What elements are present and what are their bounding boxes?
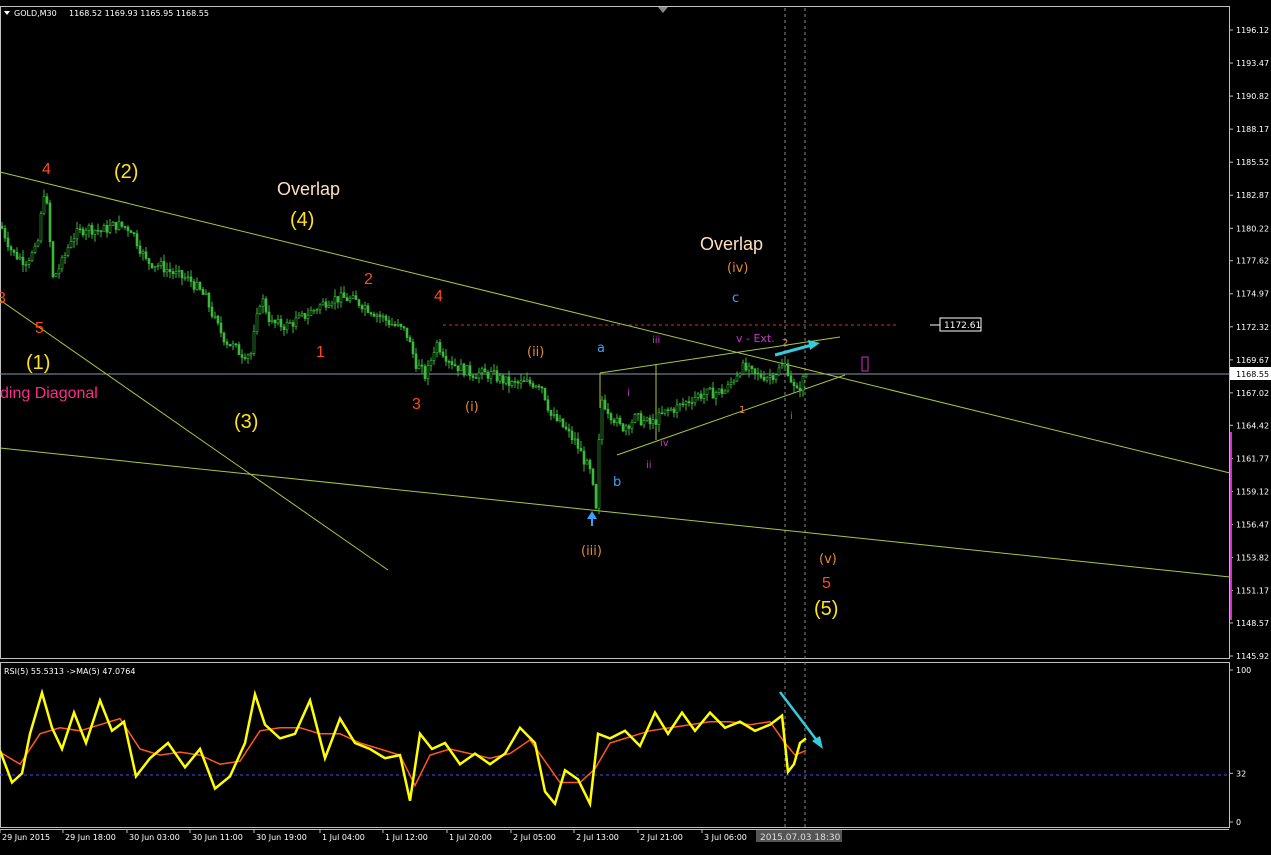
- time-tick-label: 3 Jul 06:00: [704, 833, 747, 842]
- wave-label-5-paren: (5): [814, 598, 838, 620]
- rsi-tick-label: 100: [1236, 666, 1251, 675]
- candle: [462, 362, 466, 378]
- price-tick-label: 1164.42: [1236, 421, 1269, 430]
- price-tick-label: 1185.52: [1236, 158, 1269, 167]
- wave-label-i-paren: (i): [465, 400, 479, 415]
- time-tick-label: 2 Jul 05:00: [513, 833, 556, 842]
- time-tick-label: 30 Jun 03:00: [129, 833, 180, 842]
- candle: [591, 468, 595, 487]
- wave-label-1: 1: [316, 344, 325, 361]
- wave-label-v-ext: v - Ext.: [736, 332, 775, 345]
- overlap-label-1: Overlap: [277, 179, 340, 199]
- candle: [54, 273, 58, 278]
- time-tick-label: 1 Jul 12:00: [385, 833, 428, 842]
- price-tick-label: 1153.82: [1236, 553, 1269, 562]
- candle: [633, 412, 637, 424]
- wave-label-minor-i: i: [627, 388, 630, 399]
- wave-label-1-paren: (1): [26, 352, 50, 374]
- side-marker-bar: [1230, 432, 1232, 620]
- price-tick-label: 1182.87: [1236, 191, 1269, 200]
- candle: [600, 396, 604, 445]
- wave-label-small-1: 1: [739, 405, 745, 416]
- wave-label-small-2: 2: [782, 338, 788, 349]
- time-cursor-label: 2015.07.03 18:30: [760, 833, 841, 843]
- time-tick-label: 1 Jul 20:00: [449, 833, 492, 842]
- price-tick-label: 1167.02: [1236, 389, 1269, 398]
- time-tick-label: 29 Jun 2015: [2, 833, 50, 842]
- price-tick-label: 1145.92: [1236, 652, 1269, 661]
- price-tick-label: 1169.67: [1236, 356, 1269, 365]
- price-tick-label: 1172.32: [1236, 323, 1269, 332]
- candle: [621, 422, 625, 433]
- time-tick-label: 2 Jul 21:00: [640, 833, 683, 842]
- price-tick-label: 1151.17: [1236, 587, 1269, 596]
- wave-label-b: b: [613, 475, 621, 490]
- wave-label-c: c: [732, 291, 739, 306]
- price-tick-label: 1156.47: [1236, 520, 1269, 529]
- price-tick-label: 1161.77: [1236, 454, 1269, 463]
- price-tick-label: 1193.47: [1236, 59, 1269, 68]
- wave-label-minor-ii: ii: [646, 460, 652, 471]
- candle: [465, 365, 469, 376]
- candle: [258, 304, 262, 315]
- wave-label-4-paren: (4): [290, 209, 314, 231]
- price-tick-label: 1177.62: [1236, 257, 1269, 266]
- wave-label-minor-iv: iv: [660, 438, 669, 449]
- current-price-label: 1168.55: [1236, 370, 1269, 379]
- rsi-header: RSI(5) 55.5313 ->MA(5) 47.0764: [4, 667, 135, 676]
- candle: [48, 200, 52, 248]
- ohlc-values: 1168.52 1169.93 1165.95 1168.55: [69, 9, 209, 18]
- rsi-tick-label: 0: [1236, 818, 1241, 827]
- time-tick-label: 1 Jul 04:00: [322, 833, 365, 842]
- symbol-title: GOLD,M30: [14, 9, 57, 18]
- wave-label-v-paren: (v): [819, 552, 837, 567]
- candle: [597, 433, 601, 515]
- candle: [561, 418, 565, 428]
- candle: [594, 483, 598, 510]
- wave-label-3: 3: [412, 396, 421, 413]
- candle: [51, 240, 55, 279]
- wave-label-small-i: i: [790, 411, 793, 422]
- candle: [228, 344, 232, 347]
- time-tick-label: 30 Jun 11:00: [192, 833, 243, 842]
- wave-label-iii-paren: (iii): [581, 544, 602, 559]
- candle: [264, 296, 268, 315]
- price-tick-label: 1190.82: [1236, 92, 1269, 101]
- candle: [39, 210, 43, 244]
- wave-label-5b: 5: [822, 575, 831, 592]
- wave-label-4b: 4: [434, 288, 443, 305]
- candle: [198, 281, 202, 291]
- wave-label-2-paren: (2): [114, 161, 138, 183]
- time-tick-label: 2 Jul 13:00: [576, 833, 619, 842]
- wave-label-5: 5: [35, 320, 44, 337]
- wave-label-ii-paren: (ii): [527, 345, 544, 360]
- wave-label-4: 4: [42, 161, 51, 178]
- overlap-label-2: Overlap: [700, 234, 763, 254]
- level-box-label: 1172.61: [944, 321, 981, 331]
- rsi-tick-label: 32: [1236, 769, 1246, 778]
- wave-label-iv-paren: (iv): [727, 261, 748, 276]
- ending-diagonal-label: ding Diagonal: [0, 385, 98, 402]
- price-tick-label: 1174.97: [1236, 290, 1269, 299]
- time-tick-label: 29 Jun 18:00: [65, 833, 116, 842]
- wave-label-3-cut: 3: [0, 290, 6, 307]
- candle: [423, 363, 427, 382]
- wave-label-2: 2: [364, 271, 373, 288]
- wave-label-a: a: [597, 341, 605, 356]
- price-tick-label: 1180.22: [1236, 224, 1269, 233]
- candle: [543, 387, 547, 401]
- chart-window[interactable]: GOLD,M30 1168.52 1169.93 1165.95 1168.55…: [0, 0, 1271, 851]
- time-tick-label: 30 Jun 19:00: [256, 833, 307, 842]
- wave-label-minor-iii: iii: [652, 335, 660, 346]
- price-tick-label: 1196.12: [1236, 26, 1269, 35]
- wave-label-3-paren: (3): [234, 411, 258, 433]
- price-tick-label: 1148.57: [1236, 619, 1269, 628]
- price-tick-label: 1188.17: [1236, 125, 1269, 134]
- price-tick-label: 1159.12: [1236, 487, 1269, 496]
